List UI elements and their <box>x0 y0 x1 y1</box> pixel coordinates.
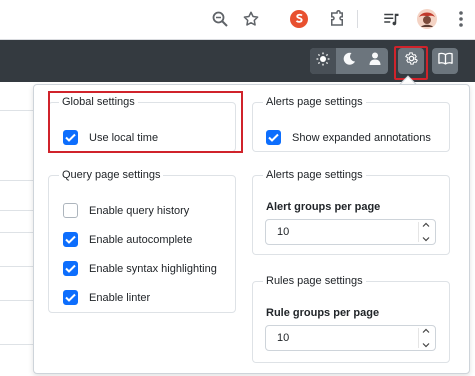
divider <box>0 232 34 233</box>
checkmark-icon <box>65 264 76 273</box>
checkmark-icon <box>65 293 76 302</box>
extension-s-icon[interactable] <box>286 6 312 32</box>
alert-groups-stepper[interactable] <box>418 222 432 242</box>
star-icon[interactable] <box>238 6 264 32</box>
enable-linter-label: Enable linter <box>89 291 151 304</box>
rule-groups-per-page-value: 10 <box>277 332 290 344</box>
alerts-paging-group: Alerts page settings Alert groups per pa… <box>252 169 450 255</box>
alerts-paging-legend: Alerts page settings <box>266 169 363 181</box>
enable-query-history-option[interactable]: Enable query history <box>63 203 189 218</box>
enable-syntax-highlighting-label: Enable syntax highlighting <box>89 262 217 275</box>
documentation-button[interactable] <box>432 48 458 74</box>
enable-autocomplete-option[interactable]: Enable autocomplete <box>63 232 192 247</box>
more-vert-icon[interactable] <box>448 6 474 32</box>
query-settings-legend: Query page settings <box>62 169 161 181</box>
alert-groups-per-page-label: Alert groups per page <box>266 201 381 213</box>
rules-settings-group: Rules page settings Rule groups per page… <box>252 275 450 363</box>
enable-query-history-checkbox[interactable] <box>63 203 78 218</box>
rule-groups-per-page-input[interactable]: 10 <box>265 325 436 351</box>
global-settings-highlight <box>48 91 243 153</box>
divider <box>0 210 34 211</box>
enable-linter-option[interactable]: Enable linter <box>63 290 150 305</box>
divider <box>0 344 34 345</box>
chevron-up-icon[interactable] <box>422 222 430 227</box>
chevron-up-icon[interactable] <box>422 328 430 333</box>
enable-linter-checkbox[interactable] <box>63 290 78 305</box>
divider <box>0 110 34 111</box>
rule-groups-per-page-label: Rule groups per page <box>266 307 380 319</box>
checkmark-icon <box>268 133 279 142</box>
divider <box>0 300 34 301</box>
toolbar-divider <box>352 6 362 32</box>
alert-groups-per-page-input[interactable]: 10 <box>265 219 436 245</box>
enable-autocomplete-checkbox[interactable] <box>63 232 78 247</box>
enable-syntax-highlighting-option[interactable]: Enable syntax highlighting <box>63 261 217 276</box>
alerts-settings-group: Alerts page settings Show expanded annot… <box>252 96 450 152</box>
user-icon <box>369 52 381 70</box>
sun-icon <box>316 52 330 71</box>
chevron-down-icon[interactable] <box>422 343 430 348</box>
rules-settings-legend: Rules page settings <box>266 275 363 287</box>
puzzle-icon[interactable] <box>324 6 350 32</box>
alert-groups-per-page-value: 10 <box>277 226 290 238</box>
query-settings-group: Query page settings Enable query history… <box>48 169 236 313</box>
media-queue-icon[interactable] <box>378 6 404 32</box>
chevron-down-icon[interactable] <box>422 237 430 242</box>
checkmark-icon <box>65 235 76 244</box>
book-icon <box>437 52 453 70</box>
show-expanded-annotations-checkbox[interactable] <box>266 130 281 145</box>
divider <box>0 266 34 267</box>
enable-query-history-label: Enable query history <box>89 204 190 217</box>
alerts-settings-legend: Alerts page settings <box>266 96 363 108</box>
enable-syntax-highlighting-checkbox[interactable] <box>63 261 78 276</box>
show-expanded-annotations-label: Show expanded annotations <box>292 131 431 144</box>
profile-avatar-icon[interactable] <box>414 6 440 32</box>
light-theme-button[interactable] <box>310 48 336 74</box>
zoom-icon[interactable] <box>207 6 233 32</box>
auto-theme-button[interactable] <box>362 48 388 74</box>
enable-autocomplete-label: Enable autocomplete <box>89 233 193 246</box>
divider <box>0 180 34 181</box>
moon-icon <box>343 52 356 70</box>
dark-theme-button[interactable] <box>336 48 362 74</box>
rule-groups-stepper[interactable] <box>418 328 432 348</box>
browser-toolbar <box>0 0 475 40</box>
show-expanded-annotations-option[interactable]: Show expanded annotations <box>266 130 431 145</box>
theme-toggle-group <box>310 48 388 74</box>
settings-button-highlight <box>394 46 428 80</box>
